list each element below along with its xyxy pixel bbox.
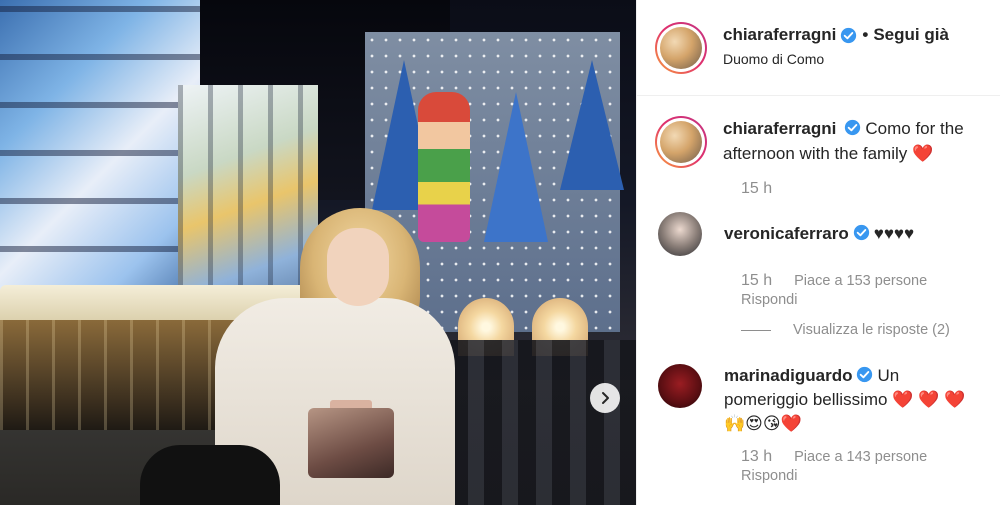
location-link[interactable]: Duomo di Como bbox=[723, 51, 949, 67]
comment-timestamp[interactable]: 13 h bbox=[741, 448, 772, 466]
projected-elf bbox=[418, 92, 470, 242]
avatar[interactable] bbox=[658, 364, 702, 408]
post-header: chiaraferragni • Segui già Duomo di Como bbox=[637, 0, 1000, 96]
reply-button[interactable]: Rispondi bbox=[741, 468, 1000, 484]
left-building bbox=[0, 0, 200, 300]
comment-text: ♥♥♥♥ bbox=[873, 224, 915, 243]
verified-badge-icon bbox=[856, 366, 873, 383]
caption-timestamp[interactable]: 15 h bbox=[741, 180, 1000, 198]
likes-count[interactable]: Piace a 153 persone bbox=[794, 273, 927, 289]
divider-line bbox=[741, 329, 771, 331]
username-link[interactable]: marinadiguardo bbox=[724, 366, 852, 385]
middle-building bbox=[178, 85, 318, 300]
comment-item: veronicaferraro ♥♥♥♥ bbox=[655, 212, 1000, 256]
comment-item: marinadiguardo Un pomeriggio bellissimo ❤… bbox=[655, 364, 1000, 436]
handbag bbox=[308, 408, 394, 478]
post-sidebar: chiaraferragni • Segui già Duomo di Como… bbox=[636, 0, 1000, 505]
crowd bbox=[450, 340, 636, 505]
following-button[interactable]: Segui già bbox=[873, 25, 949, 45]
verified-badge-icon bbox=[840, 27, 857, 44]
avatar[interactable] bbox=[655, 116, 707, 168]
next-photo-button[interactable] bbox=[590, 383, 620, 413]
header-text: chiaraferragni • Segui già Duomo di Como bbox=[723, 25, 949, 95]
likes-count[interactable]: Piace a 143 persone bbox=[794, 449, 927, 465]
comment-meta: 15 h Piace a 153 persone bbox=[741, 272, 1000, 290]
username-link[interactable]: veronicaferraro bbox=[724, 224, 849, 243]
comment-timestamp[interactable]: 15 h bbox=[741, 272, 772, 290]
avatar-image bbox=[660, 121, 702, 163]
view-replies-label: Visualizza le risposte (2) bbox=[793, 322, 950, 338]
comment-meta: 13 h Piace a 143 persone bbox=[741, 448, 1000, 466]
post-caption: chiaraferragni Como for the afternoon wit… bbox=[655, 116, 1000, 168]
avatar-image bbox=[660, 27, 702, 69]
reply-button[interactable]: Rispondi bbox=[741, 292, 1000, 308]
woman-face bbox=[327, 228, 389, 306]
username-link[interactable]: chiaraferragni bbox=[723, 25, 836, 45]
avatar[interactable] bbox=[655, 22, 707, 74]
stroller bbox=[140, 445, 280, 505]
projected-tree bbox=[484, 92, 548, 242]
post-photo[interactable] bbox=[0, 0, 636, 505]
emoji-line: 🙌😍😘❤️ bbox=[724, 414, 802, 433]
avatar[interactable] bbox=[658, 212, 702, 256]
view-replies-button[interactable]: Visualizza le risposte (2) bbox=[741, 322, 1000, 338]
verified-badge-icon bbox=[853, 224, 870, 241]
username-link[interactable]: chiaraferragni bbox=[723, 119, 836, 138]
separator-dot: • bbox=[862, 25, 869, 44]
verified-badge-icon bbox=[844, 119, 861, 136]
instagram-post: chiaraferragni • Segui già Duomo di Como… bbox=[0, 0, 1000, 505]
chevron-right-icon bbox=[602, 392, 609, 404]
heart-emoji: ❤️ bbox=[912, 144, 934, 163]
comments-section: chiaraferragni Como for the afternoon wit… bbox=[637, 96, 1000, 484]
projected-tree bbox=[560, 60, 624, 190]
heart-emojis: ❤️ ❤️ ❤️ bbox=[892, 390, 966, 409]
